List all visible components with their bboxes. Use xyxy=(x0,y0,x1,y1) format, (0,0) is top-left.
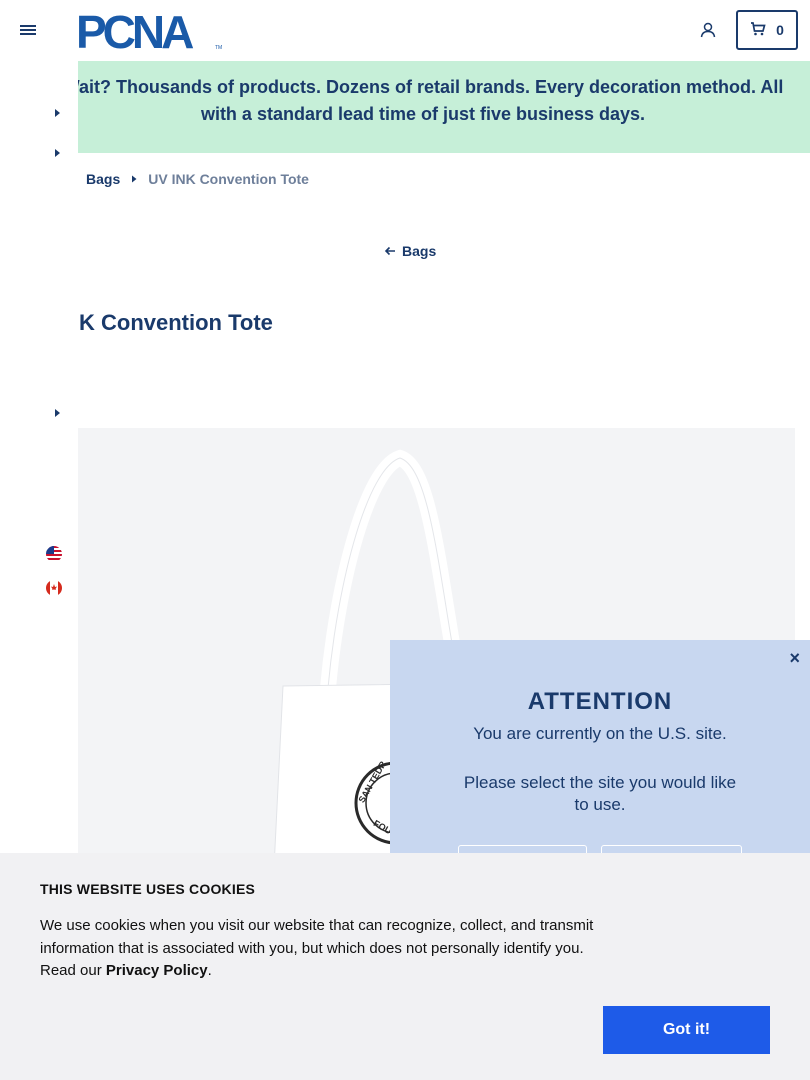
logo-tm: TM xyxy=(215,45,222,51)
back-to-bags-link[interactable]: Bags xyxy=(384,243,436,259)
caret-right-icon xyxy=(130,171,138,187)
ca-flag-icon[interactable] xyxy=(46,580,62,596)
promo-text: Wait? Thousands of products. Dozens of r… xyxy=(78,77,784,124)
us-flag-icon[interactable] xyxy=(46,546,62,562)
caret-right-icon[interactable] xyxy=(52,406,62,418)
breadcrumb-current: UV INK Convention Tote xyxy=(148,171,309,187)
arrow-left-icon xyxy=(384,243,396,259)
cart-count: 0 xyxy=(776,22,784,38)
user-icon[interactable] xyxy=(698,20,718,40)
cookie-title: THIS WEBSITE USES COOKIES xyxy=(40,881,256,897)
site-selection-modal: × ATTENTION You are currently on the U.S… xyxy=(390,640,810,885)
cookie-message: We use cookies when you visit our websit… xyxy=(40,915,600,983)
breadcrumb-bags-link[interactable]: Bags xyxy=(86,171,120,187)
breadcrumb: Bags UV INK Convention Tote xyxy=(86,171,309,187)
modal-current-site-text: You are currently on the U.S. site. xyxy=(473,724,727,743)
cookie-banner: THIS WEBSITE USES COOKIES We use cookies… xyxy=(0,853,810,1080)
site-header: PCNA TM 0 xyxy=(0,0,810,60)
menu-icon[interactable] xyxy=(18,20,38,40)
accept-cookies-button[interactable]: Got it! xyxy=(603,1006,770,1054)
cart-icon xyxy=(750,21,766,39)
cookie-period: . xyxy=(207,962,212,979)
page: PCNA TM 0 Wait? Thousands of products. D… xyxy=(0,0,810,1080)
caret-right-icon[interactable] xyxy=(52,146,62,158)
promo-banner: Wait? Thousands of products. Dozens of r… xyxy=(78,61,810,153)
modal-title: ATTENTION xyxy=(527,688,673,715)
cart-button[interactable]: 0 xyxy=(736,10,798,50)
logo-text: PCNA xyxy=(76,11,193,51)
caret-right-icon[interactable] xyxy=(52,106,62,118)
product-title: K Convention Tote xyxy=(79,310,273,335)
modal-select-site-text: Please select the site you would like to… xyxy=(463,773,737,814)
pcna-logo[interactable]: PCNA TM xyxy=(76,6,226,58)
back-link-label: Bags xyxy=(402,243,437,259)
close-icon[interactable]: × xyxy=(789,648,800,669)
privacy-policy-link[interactable]: Privacy Policy xyxy=(106,962,208,979)
